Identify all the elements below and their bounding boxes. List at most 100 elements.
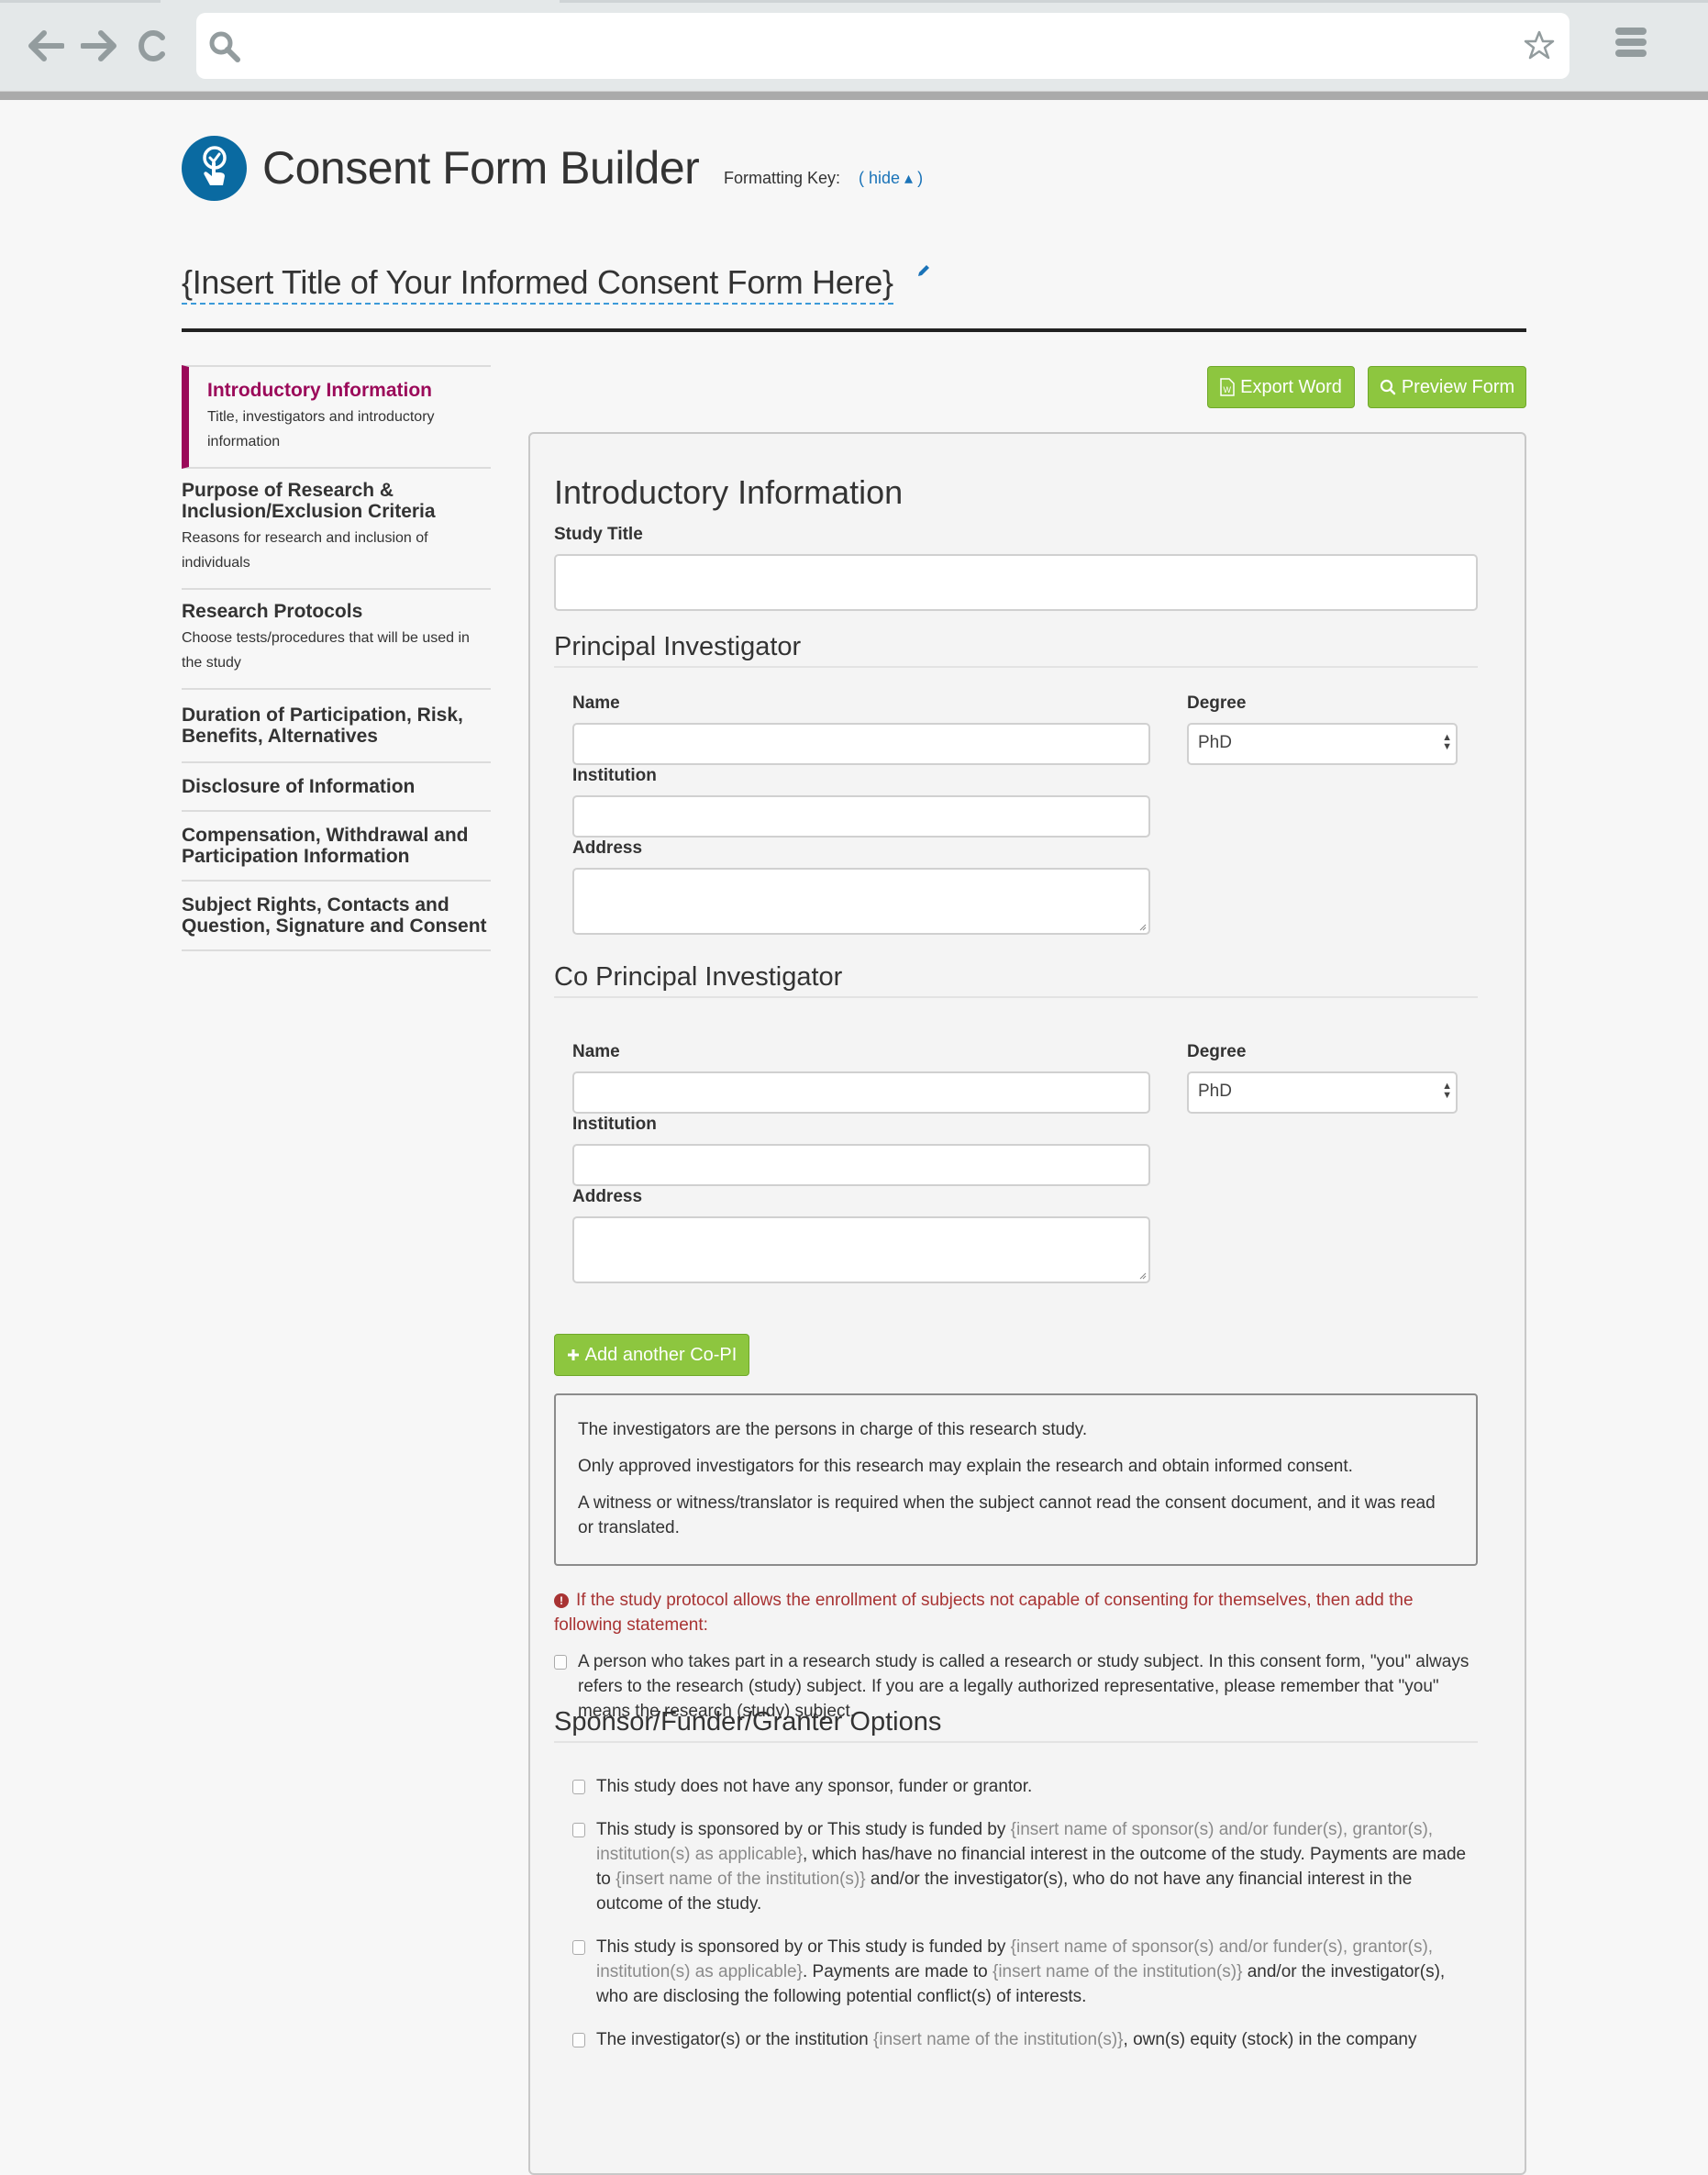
sidebar-item-title: Compensation, Withdrawal and Participati… bbox=[182, 825, 469, 867]
pi-name-field[interactable] bbox=[572, 723, 1150, 765]
pi-name-label: Name bbox=[572, 694, 620, 713]
sponsor-option-checkbox[interactable] bbox=[572, 2033, 585, 2047]
copi-address-field[interactable] bbox=[572, 1216, 1150, 1283]
sponsor-option-checkbox[interactable] bbox=[572, 1940, 585, 1955]
pi-name-input[interactable] bbox=[574, 725, 1148, 763]
copi-degree-value: PhD bbox=[1198, 1082, 1232, 1101]
copi-degree-select[interactable]: PhD ▲ ▼ bbox=[1187, 1071, 1458, 1114]
sponsor-divider bbox=[554, 1741, 1478, 1743]
copi-institution-field[interactable] bbox=[572, 1144, 1150, 1186]
form-panel: Introductory Information Study Title Pri… bbox=[528, 432, 1526, 2175]
star-icon[interactable] bbox=[1524, 29, 1555, 61]
section-heading: Introductory Information bbox=[554, 473, 904, 511]
pi-degree-select[interactable]: PhD ▲ ▼ bbox=[1187, 723, 1458, 765]
exclamation-circle-icon: ! bbox=[554, 1593, 569, 1608]
placeholder-text: {insert name of the institution(s)} bbox=[873, 2030, 1124, 2049]
document-title[interactable]: {Insert Title of Your Informed Consent F… bbox=[182, 262, 893, 305]
sponsor-option: This study is sponsored by or This study… bbox=[572, 1817, 1481, 1916]
copi-name-label: Name bbox=[572, 1042, 620, 1061]
sidebar-item-title: Disclosure of Information bbox=[182, 776, 416, 797]
pi-degree-value: PhD bbox=[1198, 733, 1232, 752]
select-updown-icon: ▲ ▼ bbox=[1442, 732, 1452, 752]
sidebar-item-title: Subject Rights, Contacts and Question, S… bbox=[182, 894, 487, 937]
resize-grip-icon[interactable] bbox=[1137, 922, 1147, 931]
toolbar-divider bbox=[0, 91, 1708, 100]
sponsor-option-text: This study is sponsored by or This study… bbox=[572, 1935, 1481, 2009]
formatting-key-toggle[interactable]: ( hide ▴ ) bbox=[859, 169, 923, 188]
add-copi-label: Add another Co-PI bbox=[584, 1344, 738, 1365]
info-text: The investigators are the persons in cha… bbox=[578, 1420, 1088, 1439]
add-copi-button[interactable]: Add another Co-PI bbox=[554, 1334, 749, 1376]
copi-institution-label: Institution bbox=[572, 1115, 657, 1134]
sidebar-item-research-protocols[interactable]: Research Protocols Choose tests/procedur… bbox=[182, 590, 491, 690]
formatting-key-label: Formatting Key: bbox=[724, 169, 841, 187]
sidebar-item-title: Purpose of Research & Inclusion/Exclusio… bbox=[182, 480, 436, 522]
warning-text: If the study protocol allows the enrollm… bbox=[554, 1591, 1414, 1635]
reload-button[interactable] bbox=[132, 26, 172, 66]
pi-institution-label: Institution bbox=[572, 766, 657, 785]
hand-tap-check-icon bbox=[182, 136, 247, 201]
sponsor-option-checkbox[interactable] bbox=[572, 1780, 585, 1794]
forward-button[interactable] bbox=[79, 26, 119, 66]
sponsor-option: This study does not have any sponsor, fu… bbox=[572, 1774, 1481, 1799]
address-bar[interactable] bbox=[196, 13, 1569, 79]
word-file-icon: W bbox=[1220, 378, 1235, 396]
sidebar-item-introductory-information[interactable]: Introductory Information Title, investig… bbox=[182, 365, 491, 469]
sponsor-option-checkbox[interactable] bbox=[572, 1823, 585, 1837]
title-divider bbox=[182, 328, 1526, 332]
copi-institution-input[interactable] bbox=[574, 1146, 1148, 1184]
resize-grip-icon[interactable] bbox=[1137, 1271, 1147, 1280]
back-button[interactable] bbox=[26, 26, 66, 66]
pi-institution-field[interactable] bbox=[572, 795, 1150, 838]
tab-strip-right bbox=[560, 0, 1708, 3]
sponsor-option: The investigator(s) or the institution {… bbox=[572, 2027, 1481, 2052]
copi-name-field[interactable] bbox=[572, 1071, 1150, 1114]
sidebar-item-subject-rights[interactable]: Subject Rights, Contacts and Question, S… bbox=[182, 882, 491, 951]
hamburger-menu-icon[interactable] bbox=[1613, 28, 1649, 64]
pi-institution-input[interactable] bbox=[574, 797, 1148, 836]
section-sidebar: Introductory Information Title, investig… bbox=[182, 365, 491, 951]
preview-form-button[interactable]: Preview Form bbox=[1368, 366, 1526, 408]
option-text: The investigator(s) or the institution bbox=[596, 2030, 874, 2049]
subject-statement-checkbox[interactable] bbox=[554, 1655, 567, 1670]
sponsor-option: This study is sponsored by or This study… bbox=[572, 1935, 1481, 2009]
search-icon bbox=[209, 31, 240, 62]
url-input[interactable] bbox=[253, 13, 1510, 79]
svg-text:W: W bbox=[1224, 385, 1232, 394]
pi-address-textarea[interactable] bbox=[574, 870, 1148, 933]
sponsor-heading: Sponsor/Funder/Granter Options bbox=[554, 1707, 942, 1737]
arrow-left-icon bbox=[28, 30, 64, 61]
export-word-button[interactable]: W Export Word bbox=[1207, 366, 1355, 408]
option-text: This study is sponsored by or This study… bbox=[596, 1820, 1011, 1839]
study-title-field[interactable] bbox=[554, 554, 1478, 611]
study-title-input[interactable] bbox=[556, 556, 1476, 609]
pi-address-label: Address bbox=[572, 838, 643, 858]
sidebar-item-title: Research Protocols bbox=[182, 601, 363, 622]
arrow-right-icon bbox=[81, 30, 116, 61]
sidebar-item-purpose-of-research[interactable]: Purpose of Research & Inclusion/Exclusio… bbox=[182, 469, 491, 590]
sidebar-item-desc: Reasons for research and inclusion of in… bbox=[182, 530, 428, 571]
info-text: A witness or witness/translator is requi… bbox=[578, 1493, 1436, 1537]
investigator-info-box: The investigators are the persons in cha… bbox=[554, 1393, 1478, 1566]
sponsor-option-text: This study does not have any sponsor, fu… bbox=[572, 1774, 1481, 1799]
sidebar-item-title: Introductory Information bbox=[207, 380, 432, 401]
sidebar-item-duration-risk-benefits[interactable]: Duration of Participation, Risk, Benefit… bbox=[182, 690, 491, 763]
copi-name-input[interactable] bbox=[574, 1073, 1148, 1112]
copi-divider bbox=[554, 996, 1478, 998]
sidebar-item-desc: Title, investigators and introductory in… bbox=[207, 409, 435, 449]
sidebar-item-compensation-withdrawal[interactable]: Compensation, Withdrawal and Participati… bbox=[182, 812, 491, 882]
warning-message: ! If the study protocol allows the enroll… bbox=[554, 1588, 1481, 1637]
placeholder-text: {insert name of the institution(s)} bbox=[616, 1870, 866, 1889]
sidebar-item-disclosure[interactable]: Disclosure of Information bbox=[182, 763, 491, 812]
sidebar-item-title: Duration of Participation, Risk, Benefit… bbox=[182, 705, 463, 747]
copi-address-textarea[interactable] bbox=[574, 1218, 1148, 1282]
pi-address-field[interactable] bbox=[572, 868, 1150, 935]
reload-icon bbox=[139, 30, 165, 61]
pi-heading: Principal Investigator bbox=[554, 632, 802, 661]
search-icon bbox=[1380, 379, 1396, 395]
pencil-icon[interactable] bbox=[915, 262, 932, 279]
option-text: This study is sponsored by or This study… bbox=[596, 1937, 1011, 1957]
pi-divider bbox=[554, 666, 1478, 668]
sidebar-item-desc: Choose tests/procedures that will be use… bbox=[182, 630, 470, 671]
study-title-label: Study Title bbox=[554, 525, 643, 544]
